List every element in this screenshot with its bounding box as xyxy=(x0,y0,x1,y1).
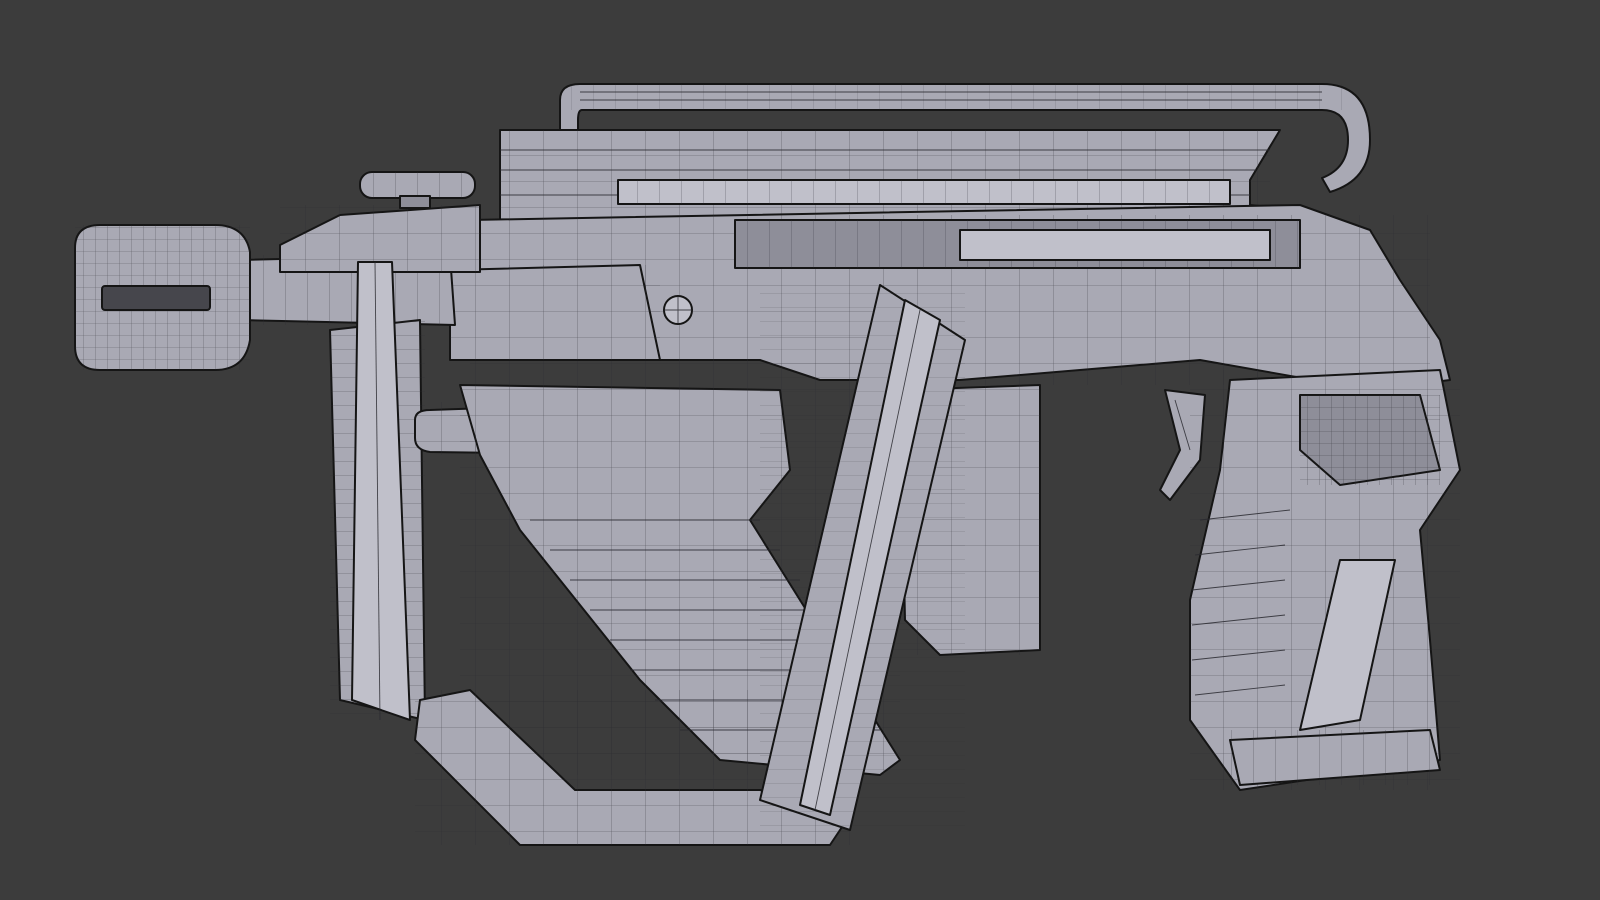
front-sight-knob xyxy=(359,171,476,209)
muzzle-cap xyxy=(74,224,251,371)
pistol-grip xyxy=(1189,369,1461,791)
stock-strut xyxy=(759,284,966,831)
front-support-bar xyxy=(329,261,426,721)
3d-viewport[interactable] xyxy=(0,0,1600,900)
weapon-wireframe-model xyxy=(74,83,1461,846)
